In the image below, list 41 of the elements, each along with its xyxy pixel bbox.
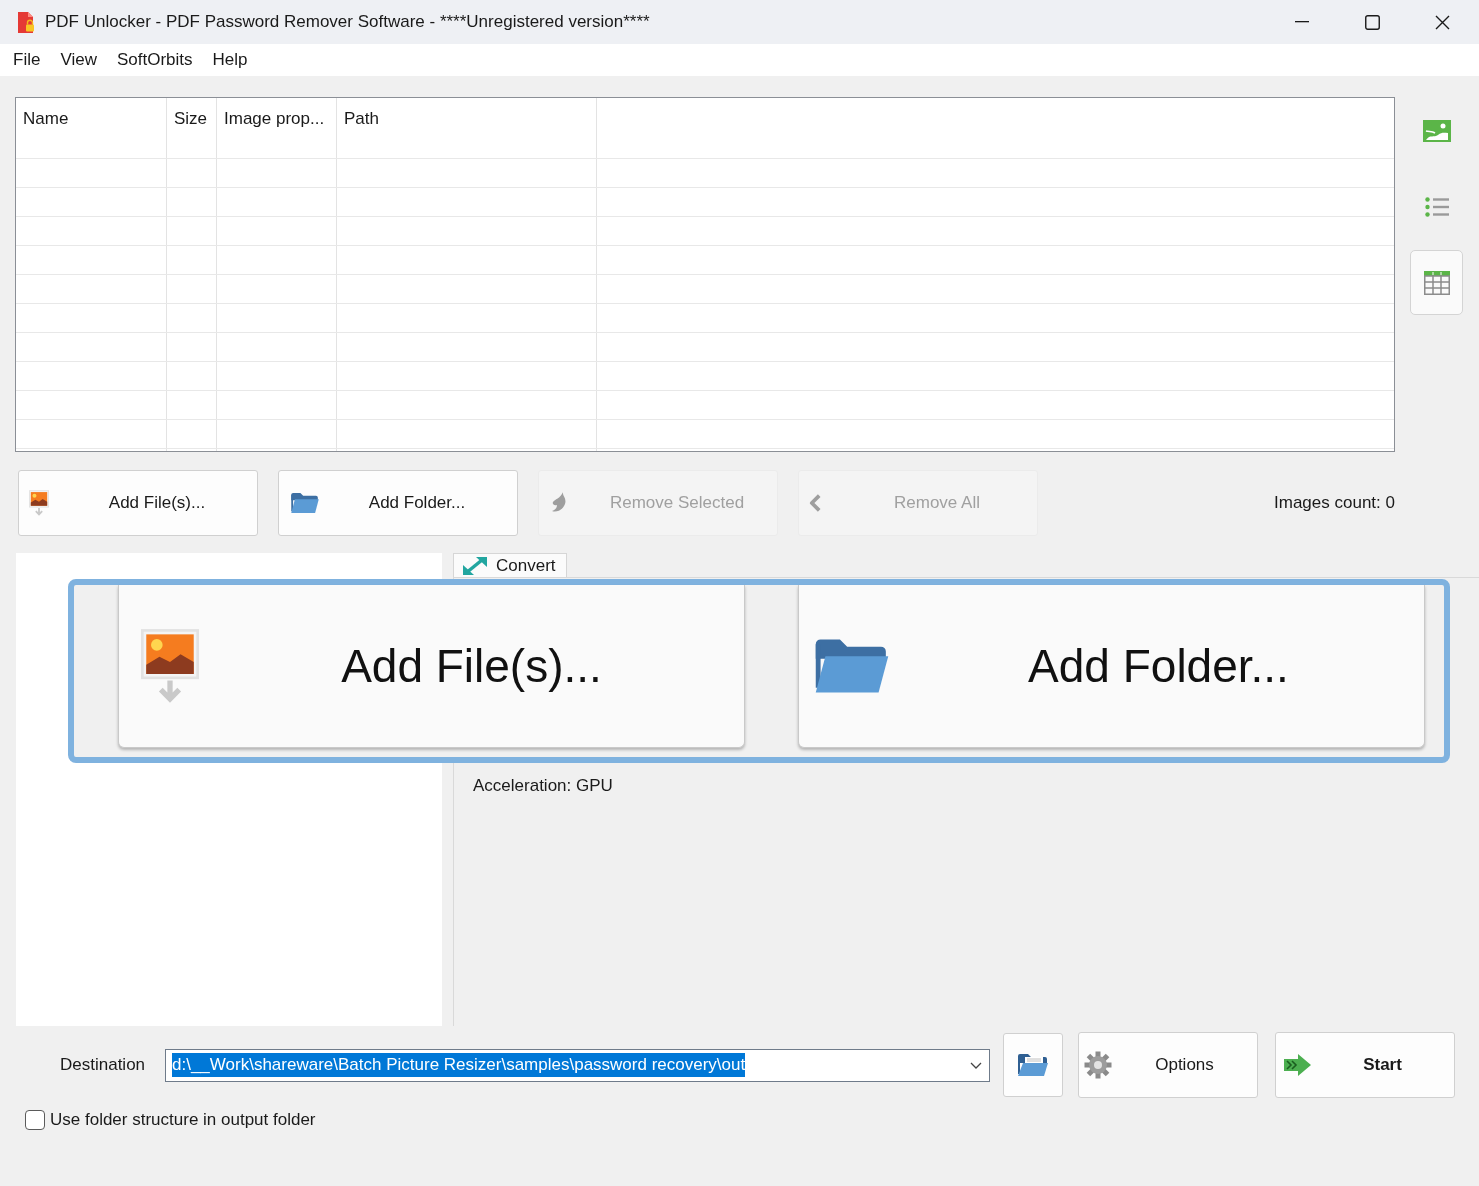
list-icon — [1424, 196, 1449, 217]
pdf-lock-icon — [17, 11, 35, 33]
chevron-down-icon — [970, 1061, 982, 1069]
destination-label: Destination — [60, 1054, 147, 1077]
settings-icon — [1084, 1051, 1112, 1079]
folder-icon — [289, 492, 321, 514]
diagonal-arrow-icon — [462, 555, 488, 576]
images-count: Images count: 0 — [1274, 492, 1395, 515]
menu-item[interactable]: View — [50, 44, 107, 76]
add-files-button[interactable]: Add File(s)... — [18, 470, 258, 536]
add-folder-button[interactable]: Add Folder... — [798, 585, 1425, 748]
path-text: d:\__Work\shareware\Batch Picture Resizer\samples\password recovery\out — [172, 1053, 746, 1077]
menu-item[interactable]: File — [3, 44, 51, 76]
arrow-right-icon — [1283, 1054, 1311, 1076]
maximize-icon — [1364, 14, 1380, 30]
picture-download-icon — [29, 490, 49, 516]
column-header[interactable]: Size — [174, 109, 208, 128]
add-folder-button[interactable]: Add Folder... — [278, 470, 518, 536]
acceleration-text: Acceleration: GPU — [473, 776, 613, 795]
table-grid-icon — [1423, 270, 1450, 295]
minimize-icon — [1295, 21, 1309, 23]
options-button[interactable]: Options — [1078, 1032, 1258, 1098]
open-folder-icon — [1017, 1053, 1049, 1077]
table-view-button[interactable] — [1410, 250, 1463, 315]
start-button[interactable]: Start — [1275, 1032, 1455, 1098]
chevron-left-icon — [809, 493, 822, 513]
checkbox-label: Use folder structure in output folder — [50, 1109, 316, 1132]
menu-item[interactable]: SoftOrbits — [106, 44, 203, 76]
window-title: PDF Unlocker - PDF Password Remover Software - ****Unregistered version**** — [45, 11, 650, 34]
destination-field[interactable]: d:\__Work\shareware\Batch Picture Resizer\samples\password recovery\out — [165, 1048, 990, 1082]
checkbox[interactable] — [25, 1110, 45, 1130]
image-icon — [1422, 119, 1451, 142]
menu-item[interactable]: Help — [202, 44, 258, 76]
convert-tab[interactable]: Convert — [453, 553, 567, 577]
picture-download-icon — [141, 629, 199, 703]
add-files-button[interactable]: Add File(s)... — [118, 585, 745, 748]
close-icon — [1434, 14, 1450, 30]
column-header[interactable]: Path — [344, 109, 379, 128]
column-header[interactable]: Image prop... — [224, 109, 325, 128]
browse-folder-button[interactable] — [1003, 1033, 1063, 1097]
column-header[interactable]: Name — [23, 109, 69, 128]
